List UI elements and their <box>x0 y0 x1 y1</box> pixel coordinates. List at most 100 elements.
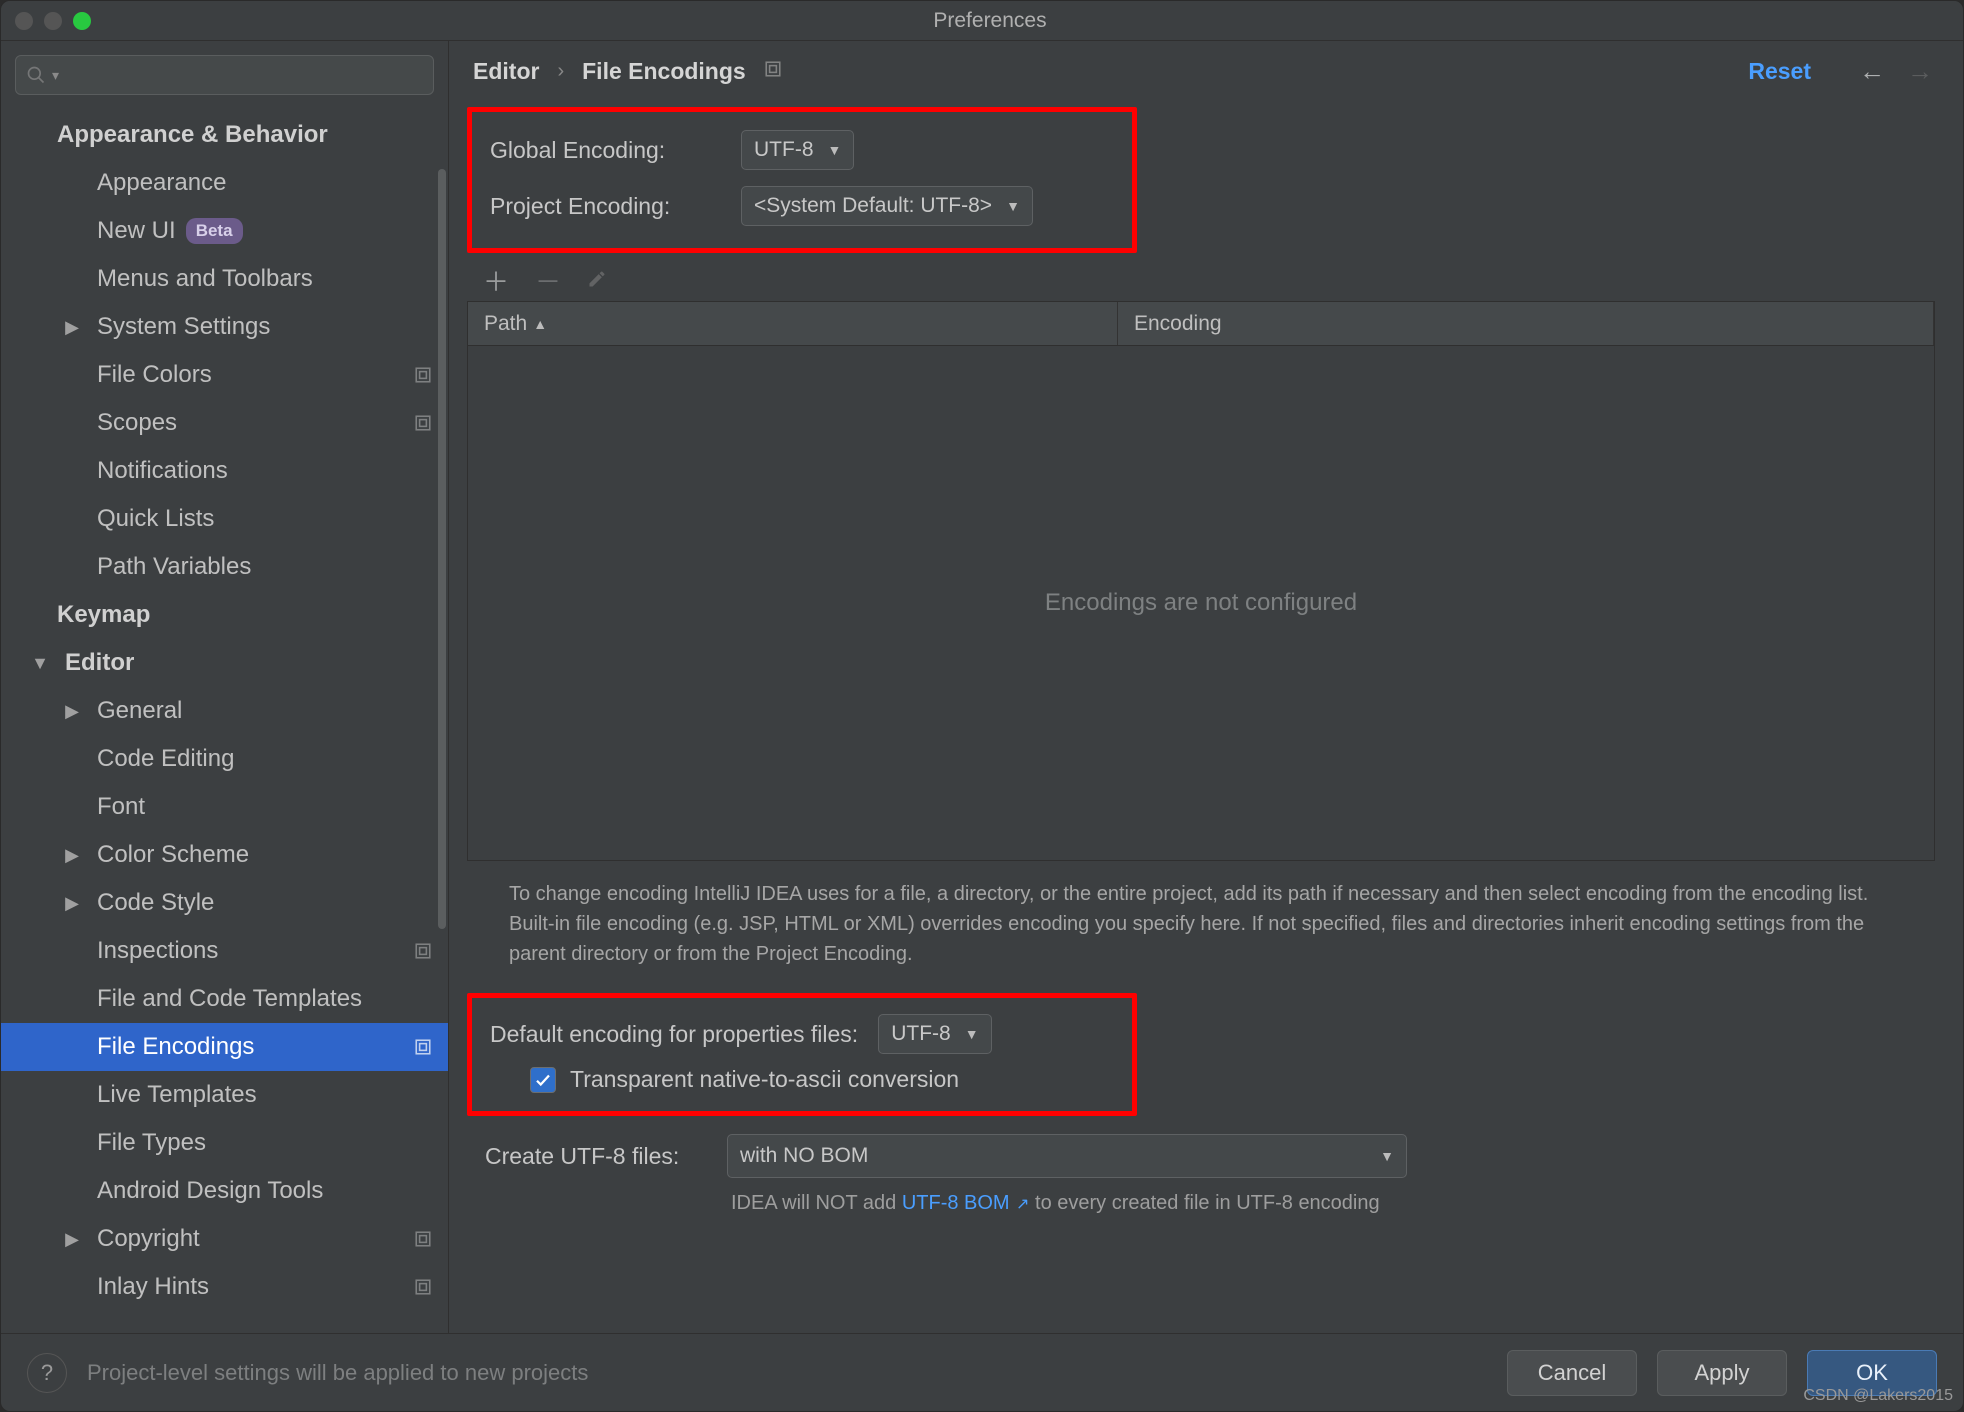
chevron-right-icon: › <box>557 60 564 83</box>
chevron-down-icon: ▼ <box>31 653 49 674</box>
project-scope-icon <box>414 1278 432 1296</box>
create-utf8-label: Create UTF-8 files: <box>485 1143 713 1170</box>
global-encoding-combo[interactable]: UTF-8 ▼ <box>741 130 854 170</box>
utf8-bom-link[interactable]: UTF-8 BOM ↗ <box>902 1192 1030 1214</box>
sidebar-item-label: Keymap <box>57 601 150 629</box>
sidebar-item-label: New UI <box>97 217 176 245</box>
project-encoding-combo[interactable]: <System Default: UTF-8> ▼ <box>741 186 1033 226</box>
search-input[interactable]: ▾ <box>15 55 434 95</box>
main-panel: Editor › File Encodings Reset ← → Global… <box>449 41 1963 1333</box>
col-encoding[interactable]: Encoding <box>1118 302 1934 345</box>
sidebar-item-keymap[interactable]: Keymap <box>1 591 448 639</box>
col-path[interactable]: Path ▲ <box>468 302 1118 345</box>
scrollbar-thumb[interactable] <box>438 169 446 929</box>
sidebar-item-copyright[interactable]: ▶ Copyright <box>1 1215 448 1263</box>
watermark-credit: CSDN @Lakers2015 <box>1803 1387 1953 1405</box>
content: ▾ Appearance & Behavior Appearance New UIB… <box>1 41 1963 1333</box>
sidebar-item-font[interactable]: Font <box>1 783 448 831</box>
sidebar-item-file-and-code-templates[interactable]: File and Code Templates <box>1 975 448 1023</box>
bom-help-text: IDEA will NOT add UTF-8 BOM ↗ to every c… <box>467 1178 1407 1218</box>
sidebar-item-quick-lists[interactable]: Quick Lists <box>1 495 448 543</box>
preferences-window: Preferences ▾ Appearance & BehaviorAppea… <box>0 0 1964 1412</box>
sidebar-item-label: File Colors <box>97 361 212 389</box>
sidebar-item-label: General <box>97 697 182 725</box>
transparent-ascii-checkbox[interactable] <box>530 1067 556 1093</box>
sidebar-item-label: Appearance <box>97 169 226 197</box>
properties-encoding-label: Default encoding for properties files: <box>490 1021 858 1048</box>
remove-button[interactable]: － <box>535 262 561 299</box>
help-button[interactable]: ? <box>27 1353 67 1393</box>
chevron-right-icon: ▶ <box>63 701 81 722</box>
sidebar-item-label: System Settings <box>97 313 270 341</box>
sidebar-item-label: Font <box>97 793 145 821</box>
sidebar-item-path-variables[interactable]: Path Variables <box>1 543 448 591</box>
add-button[interactable]: ＋ <box>483 262 509 299</box>
sidebar-item-file-types[interactable]: File Types <box>1 1119 448 1167</box>
project-scope-icon <box>764 60 782 83</box>
sidebar-item-new-ui[interactable]: New UIBeta <box>1 207 448 255</box>
sidebar-item-notifications[interactable]: Notifications <box>1 447 448 495</box>
sidebar-item-label: File Types <box>97 1129 206 1157</box>
nav-forward-icon: → <box>1907 56 1933 87</box>
properties-encoding-highlight: Default encoding for properties files: U… <box>467 993 1137 1116</box>
sidebar-item-label: Scopes <box>97 409 177 437</box>
nav-back-icon[interactable]: ← <box>1859 56 1885 87</box>
chevron-right-icon: ▶ <box>63 1229 81 1250</box>
encoding-table: Path ▲ Encoding Encodings are not config… <box>467 301 1935 861</box>
sidebar-item-label: Menus and Toolbars <box>97 265 313 293</box>
sidebar-item-color-scheme[interactable]: ▶ Color Scheme <box>1 831 448 879</box>
search-icon <box>26 65 46 85</box>
sidebar-item-code-editing[interactable]: Code Editing <box>1 735 448 783</box>
sort-asc-icon: ▲ <box>533 316 547 332</box>
properties-encoding-combo[interactable]: UTF-8 ▼ <box>878 1014 991 1054</box>
create-utf8-combo[interactable]: with NO BOM ▼ <box>727 1134 1407 1178</box>
edit-button[interactable] <box>587 265 607 296</box>
project-scope-icon <box>414 1038 432 1056</box>
sidebar-item-label: Live Templates <box>97 1081 257 1109</box>
help-text: To change encoding IntelliJ IDEA uses fo… <box>467 861 1935 987</box>
sidebar-item-file-encodings[interactable]: File Encodings <box>1 1023 448 1071</box>
table-header: Path ▲ Encoding <box>468 302 1934 346</box>
sidebar-item-menus-and-toolbars[interactable]: Menus and Toolbars <box>1 255 448 303</box>
sidebar-item-label: Copyright <box>97 1225 200 1253</box>
sidebar-item-system-settings[interactable]: ▶ System Settings <box>1 303 448 351</box>
sidebar-item-appearance[interactable]: Appearance <box>1 159 448 207</box>
breadcrumb-root[interactable]: Editor <box>473 58 539 85</box>
sidebar-item-label: File Encodings <box>97 1033 254 1061</box>
reset-button[interactable]: Reset <box>1748 58 1811 85</box>
sidebar-item-label: Code Editing <box>97 745 234 773</box>
project-scope-icon <box>414 942 432 960</box>
transparent-ascii-label: Transparent native-to-ascii conversion <box>570 1066 959 1093</box>
sidebar-item-label: Color Scheme <box>97 841 249 869</box>
chevron-down-icon: ▼ <box>965 1026 979 1042</box>
sidebar-item-general[interactable]: ▶ General <box>1 687 448 735</box>
project-scope-icon <box>414 414 432 432</box>
settings-tree[interactable]: Appearance & Behavior Appearance New UIBet… <box>1 105 448 1333</box>
breadcrumb: Editor › File Encodings Reset ← → <box>449 41 1963 101</box>
titlebar: Preferences <box>1 1 1963 41</box>
apply-button[interactable]: Apply <box>1657 1350 1787 1396</box>
project-scope-icon <box>414 1230 432 1248</box>
sidebar-item-appearance-behavior[interactable]: Appearance & Behavior <box>1 111 448 159</box>
chevron-right-icon: ▶ <box>63 893 81 914</box>
properties-encoding-value: UTF-8 <box>891 1022 951 1046</box>
chevron-down-icon: ▼ <box>828 142 842 158</box>
sidebar-item-live-templates[interactable]: Live Templates <box>1 1071 448 1119</box>
sidebar-item-label: File and Code Templates <box>97 985 362 1013</box>
table-toolbar: ＋ － <box>467 259 1935 301</box>
footer-note: Project-level settings will be applied t… <box>87 1360 588 1386</box>
sidebar-item-inspections[interactable]: Inspections <box>1 927 448 975</box>
sidebar-item-inlay-hints[interactable]: Inlay Hints <box>1 1263 448 1311</box>
sidebar-item-label: Path Variables <box>97 553 251 581</box>
sidebar-item-scopes[interactable]: Scopes <box>1 399 448 447</box>
sidebar-item-code-style[interactable]: ▶Code Style <box>1 879 448 927</box>
sidebar-item-android-design-tools[interactable]: Android Design Tools <box>1 1167 448 1215</box>
sidebar-item-label: Android Design Tools <box>97 1177 323 1205</box>
create-utf8-value: with NO BOM <box>740 1144 868 1168</box>
sidebar-item-file-colors[interactable]: File Colors <box>1 351 448 399</box>
sidebar-item-label: Inlay Hints <box>97 1273 209 1301</box>
chevron-right-icon: ▶ <box>63 845 81 866</box>
sidebar-item-editor[interactable]: ▼Editor <box>1 639 448 687</box>
cancel-button[interactable]: Cancel <box>1507 1350 1637 1396</box>
chevron-right-icon: ▶ <box>63 317 81 338</box>
